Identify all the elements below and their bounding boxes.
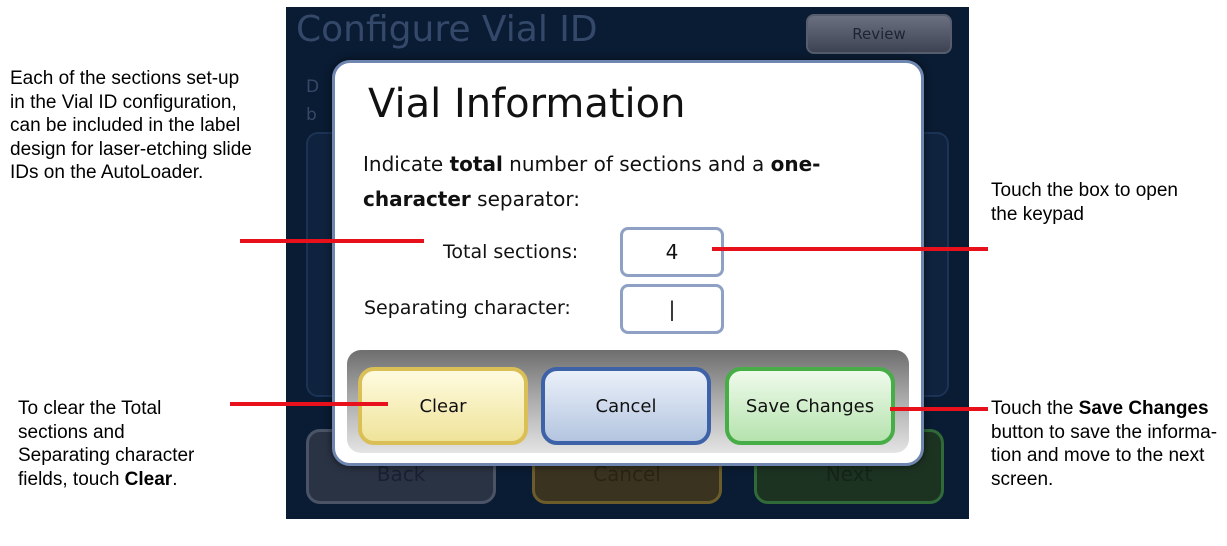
annotation-sections-info: Each of the sections set-up in the Vial …: [10, 68, 252, 183]
save-changes-button[interactable]: Save Changes: [725, 367, 895, 445]
total-sections-field[interactable]: 4: [620, 227, 724, 277]
total-sections-label: Total sections:: [443, 241, 579, 263]
callout-line-sections: [240, 239, 424, 243]
annotation-clear-info: To clear the Total sections and Separati…: [18, 398, 195, 490]
background-text-line2: b: [306, 105, 317, 125]
callout-line-keypad: [712, 247, 988, 251]
background-text-line1: D: [306, 77, 320, 97]
cancel-button[interactable]: Cancel: [541, 367, 711, 445]
clear-button[interactable]: Clear: [358, 367, 528, 445]
callout-line-save: [890, 407, 988, 411]
dialog-title: Vial Information: [368, 81, 686, 127]
annotation-save-info: Touch the Save Changes button to save th…: [991, 398, 1218, 490]
separator-field[interactable]: |: [620, 284, 724, 334]
callout-line-clear: [230, 402, 388, 406]
background-screen-title: Configure Vial ID: [296, 9, 598, 50]
dialog-instruction: Indicate total number of sections and a …: [363, 152, 821, 211]
separator-label: Separating character:: [364, 297, 571, 319]
annotation-keypad-info: Touch the box to open the keypad: [991, 180, 1178, 225]
vial-information-dialog: Vial Information Indicate total number o…: [332, 60, 924, 466]
review-button[interactable]: Review: [806, 14, 952, 54]
